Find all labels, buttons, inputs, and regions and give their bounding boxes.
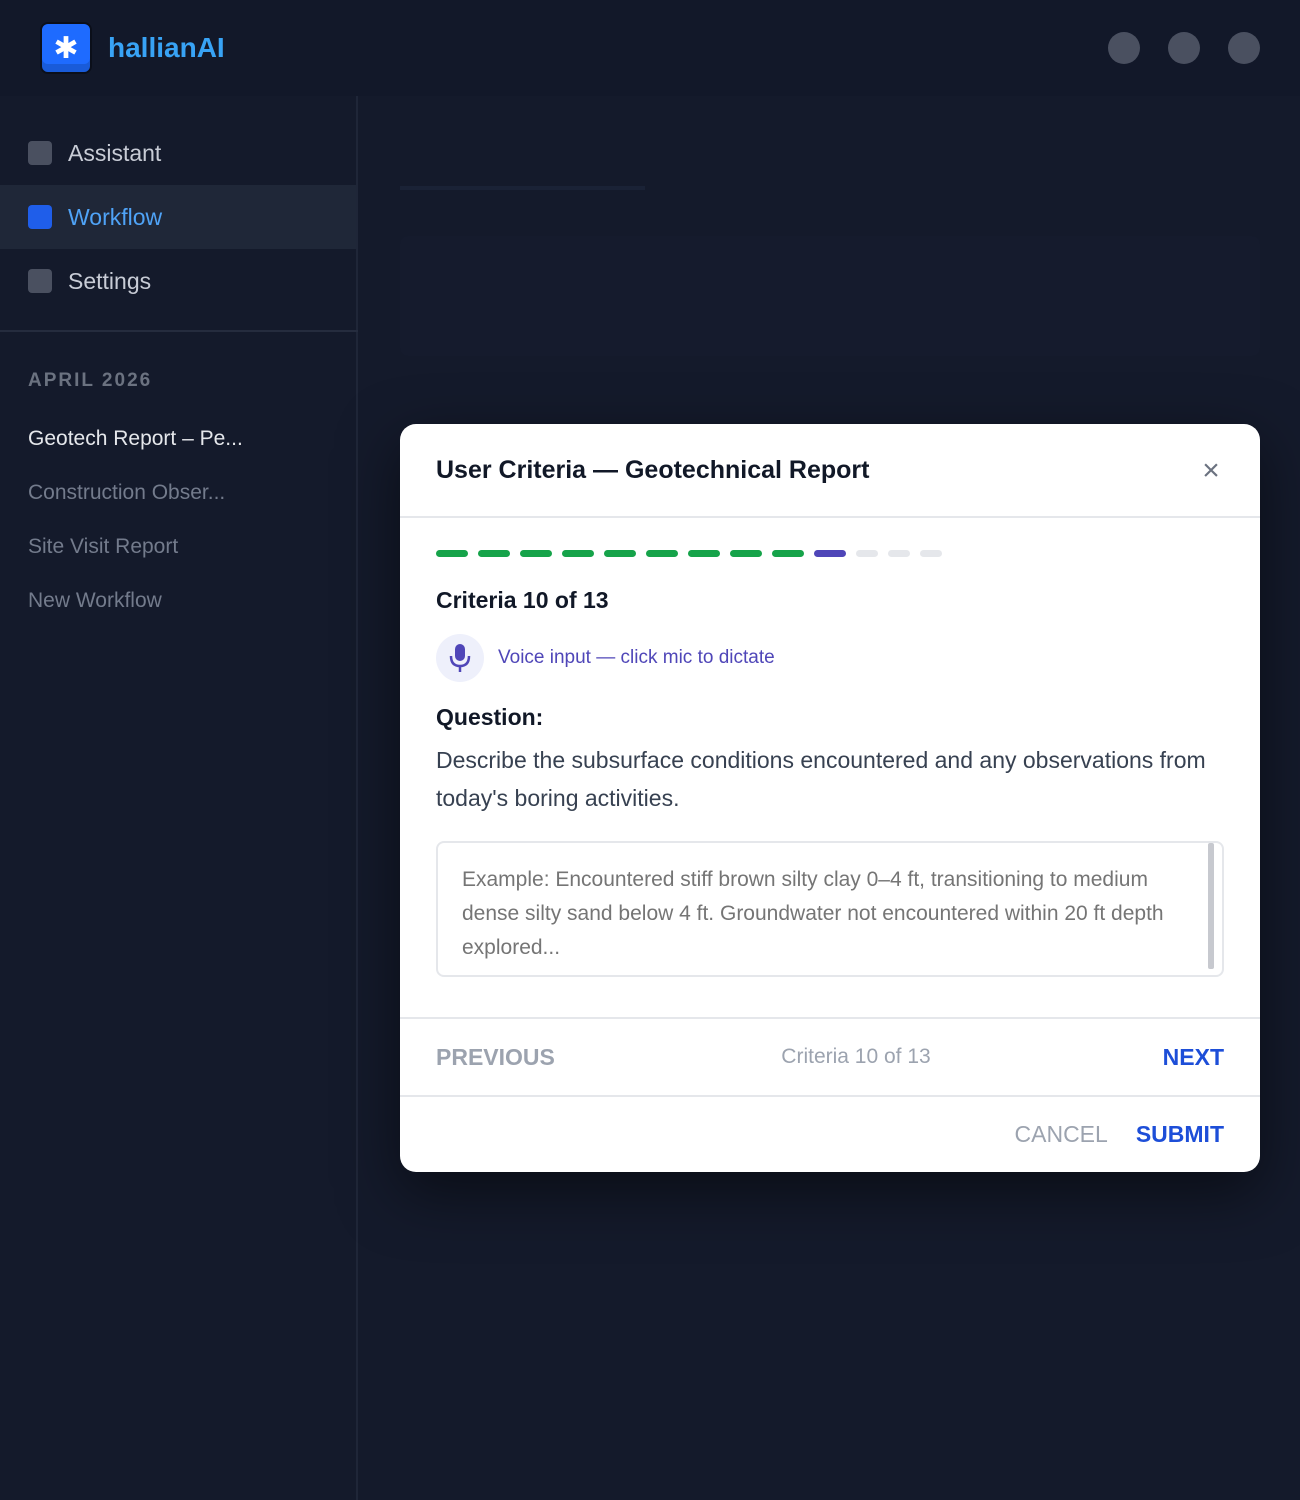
microphone-icon[interactable] xyxy=(436,634,484,682)
modal-body: Criteria 10 of 13 Voice input — click mi… xyxy=(400,518,1260,1017)
sidebar-item-assistant[interactable]: Assistant xyxy=(0,121,356,185)
main-tabs xyxy=(400,140,645,190)
sidebar-item-label: Settings xyxy=(68,267,152,294)
sparkle-icon[interactable]: ✱ xyxy=(40,22,92,74)
question-label: Question: xyxy=(436,704,544,730)
modal-title: User Criteria — Geotechnical Report xyxy=(436,455,870,484)
history-item[interactable]: New Workflow xyxy=(0,574,356,628)
close-icon[interactable]: × xyxy=(1198,456,1224,486)
square-icon xyxy=(28,269,52,293)
history-list: Geotech Report – Pe... Construction Obse… xyxy=(0,412,356,628)
progress-segment xyxy=(520,550,552,557)
history-item[interactable]: Construction Obser... xyxy=(0,466,356,520)
progress-segment xyxy=(646,550,678,557)
history-item[interactable]: Geotech Report – Pe... xyxy=(0,412,356,466)
background-card xyxy=(400,236,1260,356)
progress-segment xyxy=(856,550,878,557)
submit-button[interactable]: SUBMIT xyxy=(1136,1121,1224,1148)
previous-button[interactable]: PREVIOUS xyxy=(436,1044,555,1071)
sidebar-item-workflow[interactable]: Workflow xyxy=(0,185,356,249)
modal-actions: CANCEL SUBMIT xyxy=(400,1095,1260,1172)
sidebar-item-label: Workflow xyxy=(68,203,163,230)
criteria-modal: User Criteria — Geotechnical Report × Cr… xyxy=(400,424,1260,1172)
sidebar-divider xyxy=(0,330,358,332)
sidebar-nav: Assistant Workflow Settings xyxy=(0,96,356,313)
cancel-button[interactable]: CANCEL xyxy=(1015,1121,1108,1148)
next-button[interactable]: NEXT xyxy=(1163,1044,1224,1071)
modal-header: User Criteria — Geotechnical Report × xyxy=(400,424,1260,518)
answer-wrapper xyxy=(436,817,1224,982)
criteria-label: Criteria 10 of 13 xyxy=(436,587,609,613)
criteria-progress xyxy=(436,550,1224,557)
voice-input-row: Voice input — click mic to dictate xyxy=(436,634,1224,682)
progress-segment xyxy=(688,550,720,557)
square-icon xyxy=(28,141,52,165)
criteria-navigation: PREVIOUS Criteria 10 of 13 NEXT xyxy=(400,1017,1260,1095)
progress-segment xyxy=(920,550,942,557)
progress-segment xyxy=(814,550,846,557)
header-circle-icon[interactable] xyxy=(1168,32,1200,64)
brand-name: hallianAI xyxy=(108,32,225,63)
square-icon xyxy=(28,205,52,229)
sidebar: Assistant Workflow Settings APRIL 2026 G… xyxy=(0,96,358,1500)
progress-segment xyxy=(772,550,804,557)
progress-segment xyxy=(730,550,762,557)
textarea-scrollbar[interactable] xyxy=(1208,843,1214,969)
history-item[interactable]: Site Visit Report xyxy=(0,520,356,574)
question-text: Describe the subsurface conditions encou… xyxy=(436,747,1206,811)
progress-segment xyxy=(478,550,510,557)
sidebar-item-settings[interactable]: Settings xyxy=(0,249,356,313)
progress-segment xyxy=(436,550,468,557)
answer-textarea[interactable] xyxy=(436,841,1224,977)
sidebar-item-label: Assistant xyxy=(68,139,162,166)
avatar[interactable] xyxy=(1228,32,1260,64)
header-circle-icon[interactable] xyxy=(1108,32,1140,64)
progress-segment xyxy=(888,550,910,557)
app-header: ✱ hallianAI xyxy=(0,0,1300,96)
history-section-label: APRIL 2026 xyxy=(28,370,153,391)
header-actions xyxy=(1108,32,1260,64)
voice-hint: Voice input — click mic to dictate xyxy=(498,647,775,668)
tab-placeholder xyxy=(400,140,645,190)
progress-segment xyxy=(604,550,636,557)
progress-segment xyxy=(562,550,594,557)
